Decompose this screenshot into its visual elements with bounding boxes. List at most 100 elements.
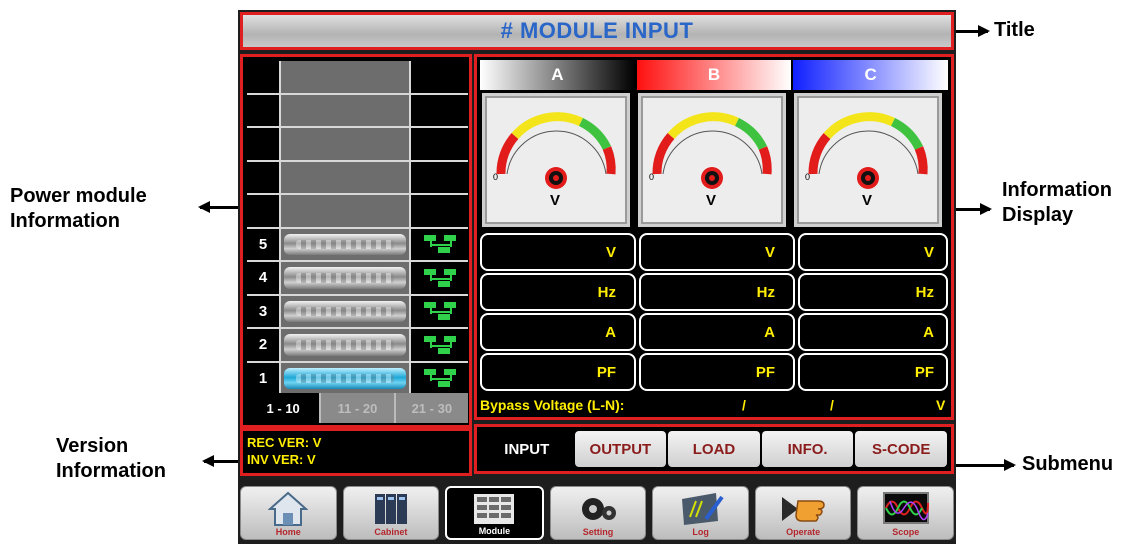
module-icon [284, 233, 406, 255]
nav-log-button[interactable]: Log [652, 486, 749, 540]
nav-cabinet-label: Cabinet [374, 527, 408, 537]
module-number [247, 61, 281, 93]
gauge-zero-label: 0 [493, 172, 499, 182]
power-module-row[interactable]: 5 [247, 228, 468, 262]
nav-scope-button[interactable]: Scope [857, 486, 955, 540]
submenu-info-button[interactable]: INFO. [761, 431, 854, 467]
module-slot [281, 295, 411, 327]
module-slot [281, 128, 411, 160]
network-status-icon [423, 335, 456, 354]
submenu-s-code-button[interactable]: S-CODE [855, 431, 947, 467]
module-number: 2 [247, 329, 281, 361]
module-status-cell [411, 362, 468, 394]
annotation-information-display: Information Display [1002, 178, 1112, 228]
module-status-cell [411, 329, 468, 361]
bypass-voltage-unit: V [936, 397, 946, 413]
frequency-value-c: Hz [798, 273, 948, 311]
module-slot [281, 161, 411, 193]
power-module-row [247, 195, 468, 229]
annotation-information-display-line1: Information [1002, 179, 1112, 201]
page-title: # MODULE INPUT [500, 18, 694, 43]
module-status-cell [411, 228, 468, 260]
voltage-value-a: V [480, 233, 636, 271]
network-status-icon [423, 302, 456, 321]
module-page-tab-11-20[interactable]: 11 - 20 [321, 393, 396, 423]
power-factor-value-c: PF [798, 353, 948, 391]
module-status-cell [411, 161, 468, 193]
phase-c-label: C [793, 60, 949, 90]
module-icon [284, 334, 406, 356]
module-status-cell [411, 195, 468, 227]
nav-scope-label: Scope [892, 527, 920, 537]
module-slot [281, 262, 411, 294]
bypass-voltage-label: Bypass Voltage (L-N): [480, 397, 625, 413]
gauge-unit-label: V [862, 192, 873, 209]
frequency-row: Hz Hz Hz [480, 273, 948, 311]
module-icon [284, 267, 406, 289]
module-slot [281, 94, 411, 126]
current-value-b: A [639, 313, 795, 351]
gauge-zero-label: 0 [649, 172, 655, 182]
voltage-value-c: V [798, 233, 948, 271]
module-page-tab-21-30[interactable]: 21 - 30 [395, 393, 468, 423]
nav-setting-button[interactable]: Setting [549, 486, 647, 540]
home-icon [268, 491, 309, 526]
voltage-gauge-a: 0V [482, 93, 630, 227]
module-slot [281, 228, 411, 260]
nav-operate-button[interactable]: Operate [754, 486, 852, 540]
annotation-version-line1: Version [56, 435, 129, 457]
module-slot [281, 362, 411, 394]
module-page-tab-1-10[interactable]: 1 - 10 [247, 393, 322, 423]
network-status-icon [423, 235, 456, 254]
module-slot [281, 195, 411, 227]
module-number: 4 [247, 262, 281, 294]
module-number [247, 195, 281, 227]
module-status-cell [411, 61, 468, 93]
module-number: 1 [247, 362, 281, 394]
bypass-separator-2: / [830, 397, 834, 413]
power-module-panel: 54321 1 - 10 11 - 20 21 - 30 [240, 54, 472, 428]
submenu-load-button[interactable]: LOAD [668, 431, 760, 467]
nav-log-label: Log [692, 527, 709, 537]
current-value-c: A [798, 313, 948, 351]
annotation-submenu: Submenu [1022, 453, 1114, 475]
module-status-cell [411, 295, 468, 327]
power-module-row[interactable]: 4 [247, 262, 468, 296]
submenu-output-button[interactable]: OUTPUT [574, 431, 667, 467]
module-page-tabs: 1 - 10 11 - 20 21 - 30 [247, 393, 468, 423]
power-module-row[interactable]: 1 [247, 362, 468, 396]
gauge-unit-label: V [550, 192, 561, 209]
annotation-version-line2: Information [56, 460, 166, 482]
annotation-power-module-line2: Information [10, 210, 120, 232]
current-row: AAA [480, 313, 948, 351]
module-number: 3 [247, 295, 281, 327]
nav-module-button[interactable]: Module [445, 486, 544, 540]
module-status-cell [411, 94, 468, 126]
annotation-power-module-line1: Power module [10, 185, 147, 207]
submenu-input-button[interactable]: INPUT [481, 431, 573, 467]
module-icon [284, 300, 406, 322]
network-status-icon [423, 268, 456, 287]
nav-home-button[interactable]: Home [240, 486, 337, 540]
bottom-navigation: Home Cabinet Module Setting Log Operate … [238, 482, 956, 544]
power-module-row[interactable]: 2 [247, 329, 468, 363]
nav-module-label: Module [478, 526, 511, 536]
measurement-table: V V V Hz Hz Hz A A A PF PF PF [480, 233, 948, 393]
power-module-row [247, 94, 468, 128]
bypass-separator-1: / [742, 397, 746, 413]
nav-home-label: Home [275, 527, 301, 537]
gauge-row: 0V0V0V [480, 93, 948, 229]
gear-icon [582, 498, 617, 520]
bypass-voltage-row: Bypass Voltage (L-N): / / V [480, 393, 948, 417]
rec-version: REC VER: V [247, 435, 322, 450]
power-factor-row: PF PF PF [480, 353, 948, 391]
pointing-hand-icon [782, 497, 825, 522]
module-number: 5 [247, 228, 281, 260]
power-module-row[interactable]: 3 [247, 295, 468, 329]
nav-cabinet-button[interactable]: Cabinet [342, 486, 440, 540]
power-module-row [247, 128, 468, 162]
power-module-row [247, 61, 468, 95]
module-slot [281, 329, 411, 361]
module-number [247, 161, 281, 193]
module-icon [474, 494, 515, 524]
